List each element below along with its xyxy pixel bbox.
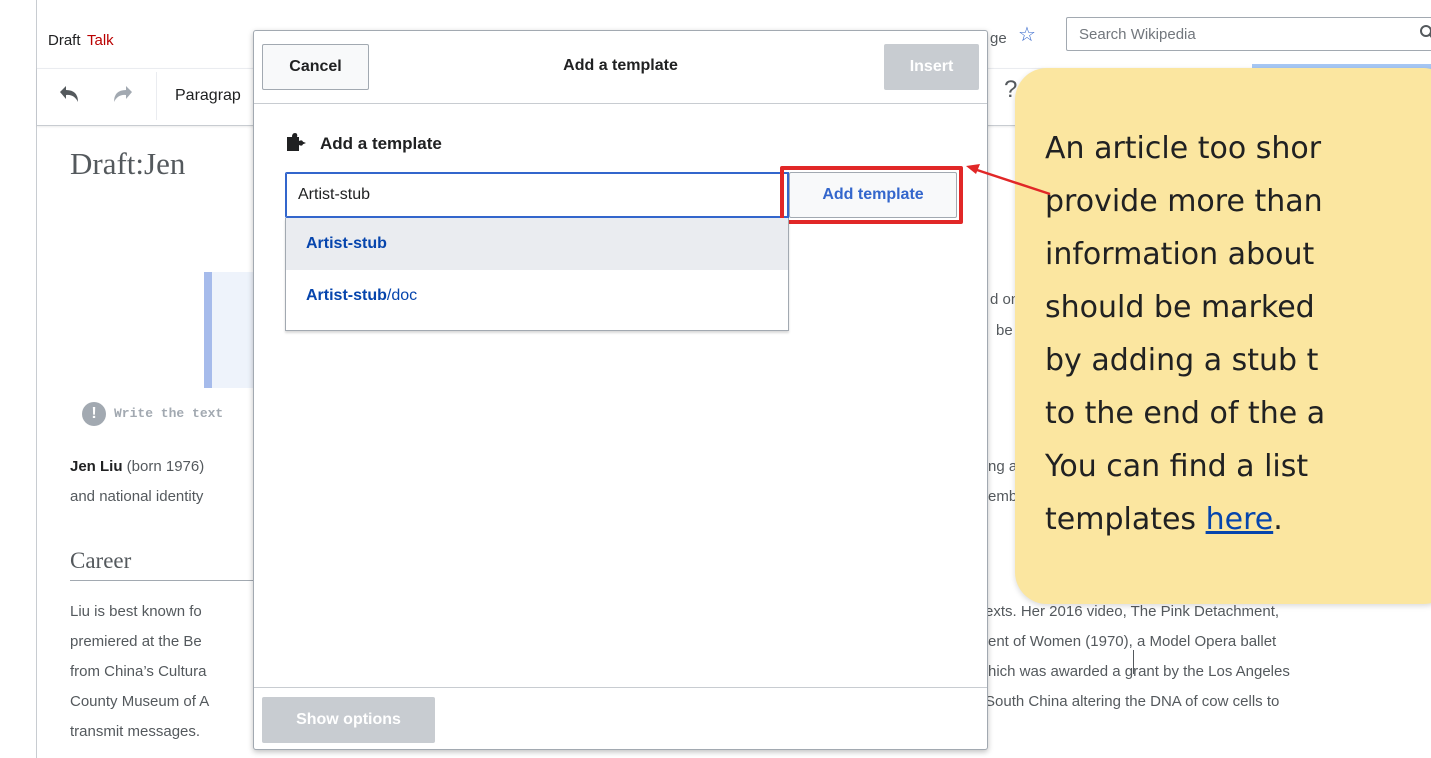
star-icon[interactable]: ☆ [1018, 22, 1036, 47]
paragraph-format-dropdown[interactable]: Paragrap [175, 87, 241, 105]
section-divider [70, 580, 253, 581]
body-line: from China’s Cultura [70, 663, 207, 680]
dialog-footer-divider [254, 687, 987, 688]
add-template-dialog: Cancel Add a template Insert Add a templ… [253, 30, 988, 750]
search-placeholder: Search Wikipedia [1079, 26, 1196, 43]
insert-button[interactable]: Insert [884, 44, 979, 90]
page-title: Draft:Jen [70, 146, 186, 181]
image-placeholder-bar [204, 272, 212, 388]
suggestion-match: Artist-stub [306, 235, 387, 252]
body-line: South China altering the DNA of cow cell… [985, 693, 1280, 710]
body-line: County Museum of A [70, 693, 210, 710]
undo-icon[interactable] [52, 80, 84, 110]
template-search-value: Artist-stub [298, 186, 371, 203]
body-line: Liu is best known fo [70, 603, 202, 620]
callout-body: An article too shor provide more than in… [1045, 131, 1326, 537]
tab-draft[interactable]: Draft [48, 32, 81, 49]
toolbar-divider [156, 72, 157, 120]
highlight-box [780, 166, 963, 224]
lead-line: and national identity [70, 488, 204, 505]
body-line: premiered at the Be [70, 633, 202, 650]
template-search-input[interactable]: Artist-stub [285, 172, 789, 218]
body-line: transmit messages. [70, 723, 201, 740]
body-line: exts. Her 2016 video, The Pink Detachmen… [985, 603, 1280, 620]
puzzle-icon [286, 133, 310, 153]
search-icon[interactable] [1419, 24, 1431, 47]
show-options-button[interactable]: Show options [262, 697, 435, 743]
lead-line: Jen Liu (born 1976) [70, 458, 204, 475]
draft-notice: Write the text [114, 406, 224, 421]
section-heading: Career [70, 548, 132, 573]
suggestion-match: Artist-stub [306, 287, 387, 304]
callout-text: An article too shor provide more than in… [1045, 122, 1431, 546]
body-line: ent of Women (1970), a Model Opera balle… [988, 633, 1277, 650]
redo-icon[interactable] [108, 80, 140, 110]
pointer-arrow [966, 164, 1051, 196]
suggestion-item[interactable]: Artist-stub [286, 218, 788, 270]
body-line: hich was awarded a grant by the Los Ange… [988, 663, 1290, 680]
subject-name: Jen Liu [70, 458, 123, 475]
suggestion-rest: /doc [386, 287, 418, 304]
lead-text: (born 1976) [122, 458, 205, 475]
here-link[interactable]: here [1206, 502, 1274, 537]
suggestion-list: Artist-stub Artist-stub/doc [285, 218, 789, 331]
dialog-title: Add a template [563, 57, 678, 74]
suggestion-item[interactable]: Artist-stub/doc [286, 270, 788, 322]
text-cursor [1133, 650, 1134, 674]
search-input[interactable]: Search Wikipedia [1066, 17, 1431, 51]
callout-period: . [1273, 502, 1283, 537]
notice-icon: ! [82, 402, 106, 426]
tab-talk[interactable]: Talk [87, 32, 114, 49]
view-tab-partial[interactable]: ge [990, 30, 1007, 47]
panel-title: Add a template [320, 134, 442, 153]
